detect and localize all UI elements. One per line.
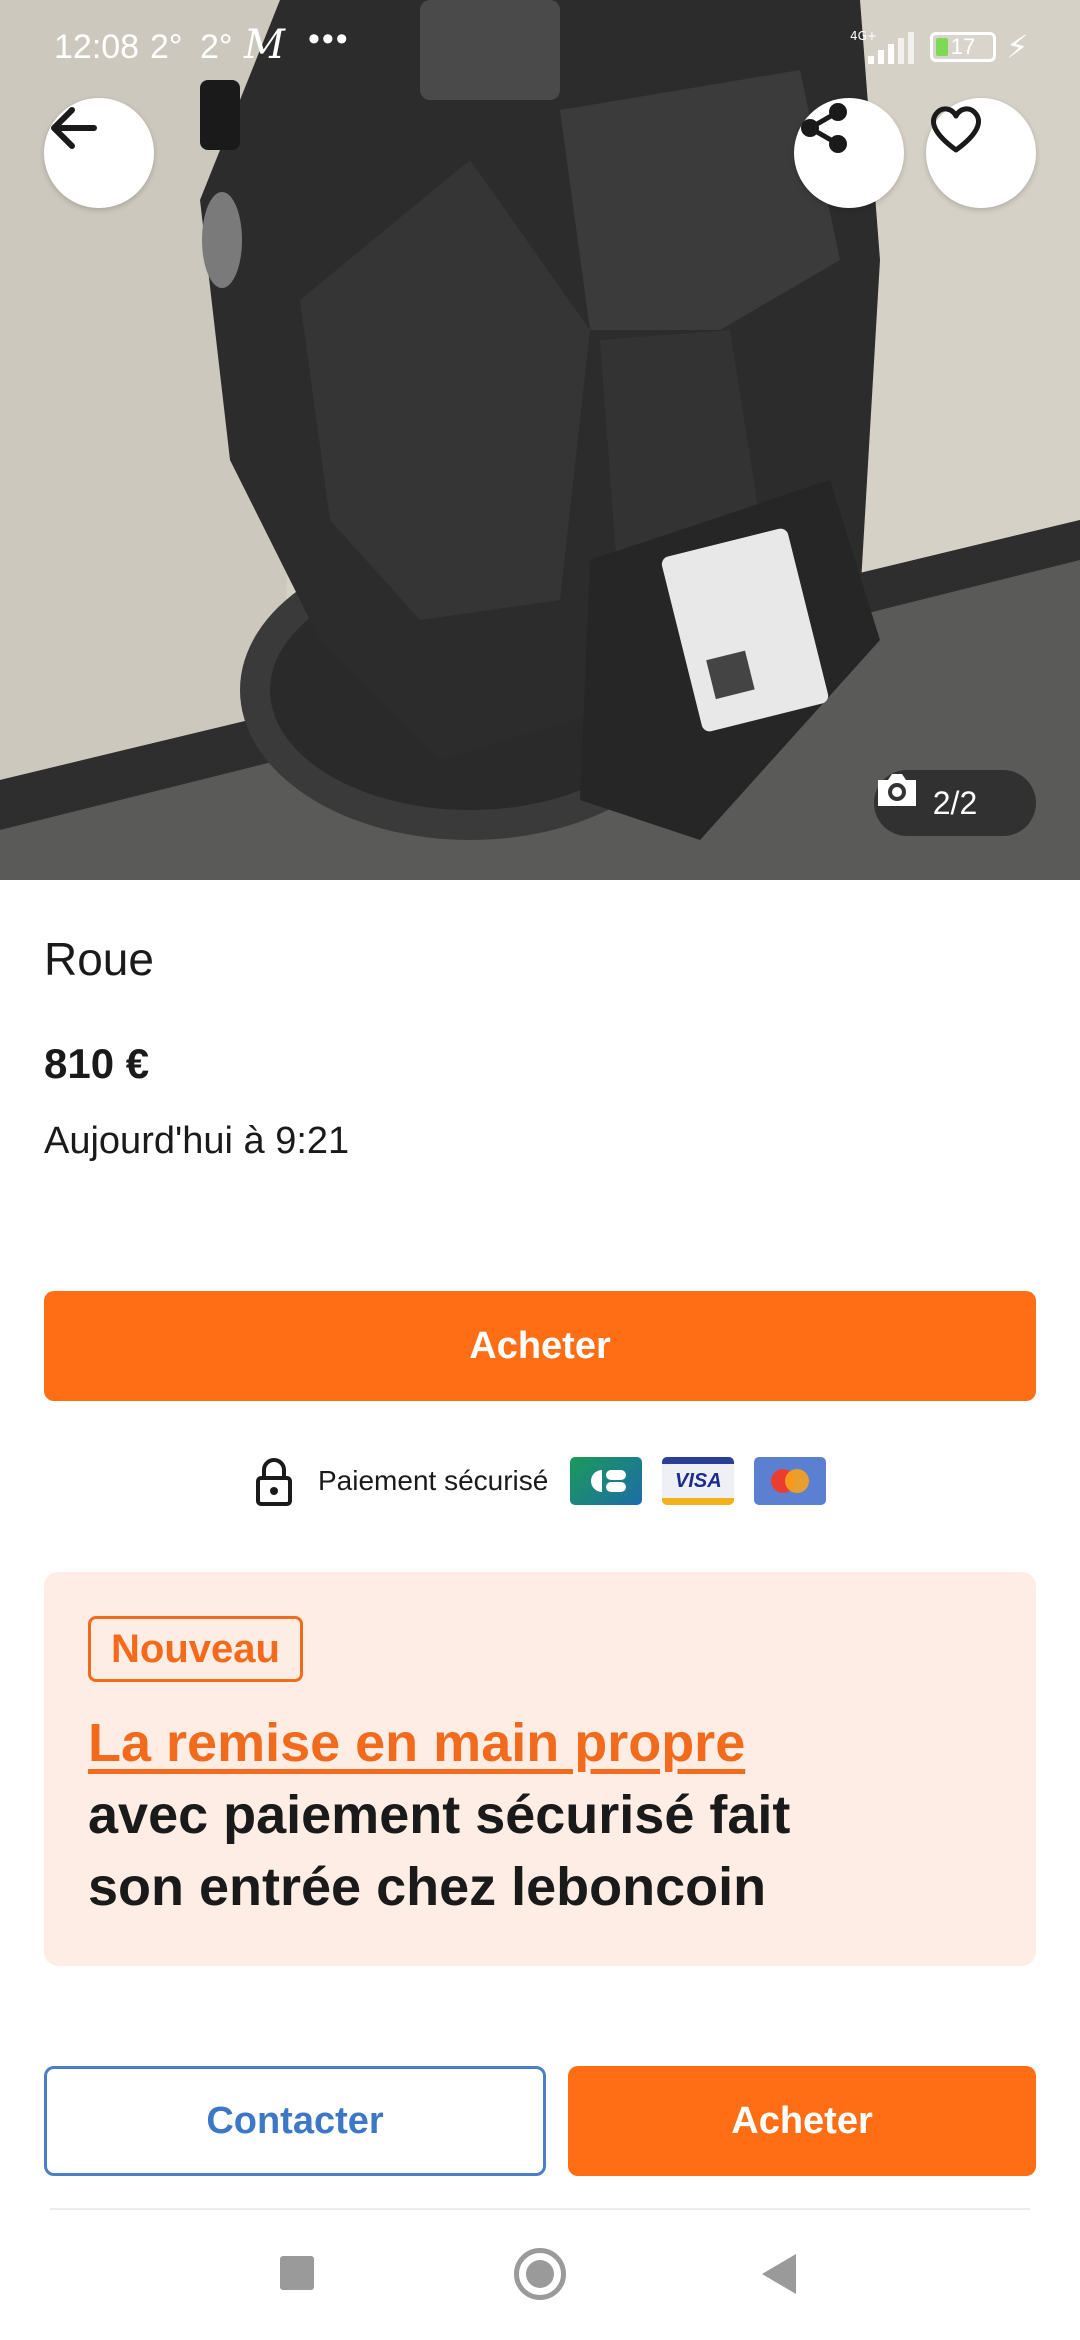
- home-nav-button[interactable]: [514, 2248, 566, 2300]
- recents-nav-button[interactable]: [280, 2256, 314, 2290]
- promo-headline-link[interactable]: La remise en main propre: [88, 1712, 745, 1774]
- back-button[interactable]: [44, 98, 154, 208]
- secure-payment-row: Paiement sécurisé VISA: [254, 1456, 846, 1506]
- new-badge: Nouveau: [88, 1616, 303, 1682]
- contact-button[interactable]: Contacter: [44, 2066, 546, 2176]
- share-button[interactable]: [794, 98, 904, 208]
- camera-icon: [878, 774, 916, 806]
- svg-text:4G+: 4G+: [850, 30, 877, 43]
- weather-temp: 2°: [150, 28, 183, 66]
- weather-temp-2: 2°: [200, 28, 233, 66]
- battery-icon: 17: [930, 32, 996, 62]
- photo-counter[interactable]: 2/2: [874, 770, 1036, 836]
- promo-banner[interactable]: Nouveau La remise en main propre avec pa…: [44, 1572, 1036, 1966]
- back-nav-button[interactable]: [762, 2254, 796, 2294]
- charging-icon: ⚡: [1006, 29, 1029, 65]
- listing-price: 810 €: [44, 1040, 150, 1087]
- visa-card-icon: VISA: [662, 1457, 735, 1505]
- arrow-left-icon: [51, 107, 97, 149]
- listing-date: Aujourd'hui à 9:21: [44, 1120, 350, 1162]
- photo-counter-text: 2/2: [932, 784, 978, 821]
- buy-button-bottom[interactable]: Acheter: [568, 2066, 1036, 2176]
- lock-icon: [256, 1458, 292, 1506]
- status-bar: 12:08 2° 2° M ••• 4G+ 17 ⚡: [0, 0, 1080, 96]
- promo-text-line-2: avec paiement sécurisé fait: [88, 1785, 791, 1845]
- favorite-button[interactable]: [926, 98, 1036, 208]
- cb-card-icon: [570, 1457, 643, 1505]
- heart-icon: [931, 106, 981, 153]
- unicycle-photo-illustration: [0, 0, 1080, 880]
- secure-payment-text: Paiement sécurisé: [318, 1465, 549, 1496]
- app-logo-icon: M: [244, 22, 285, 68]
- buy-button[interactable]: Acheter: [44, 1291, 1036, 1401]
- share-icon: [801, 103, 847, 153]
- clock: 12:08: [54, 28, 140, 66]
- more-notifications-icon: •••: [308, 20, 350, 58]
- listing-title: Roue: [44, 933, 154, 985]
- product-photo[interactable]: 12:08 2° 2° M ••• 4G+ 17 ⚡ 2/2: [0, 0, 1080, 880]
- listing-page: 12:08 2° 2° M ••• 4G+ 17 ⚡ 2/2 Roue 810 …: [0, 0, 1080, 2340]
- divider: [50, 2208, 1030, 2210]
- mastercard-card-icon: [754, 1457, 827, 1505]
- promo-text-line-3: son entrée chez leboncoin: [88, 1857, 767, 1917]
